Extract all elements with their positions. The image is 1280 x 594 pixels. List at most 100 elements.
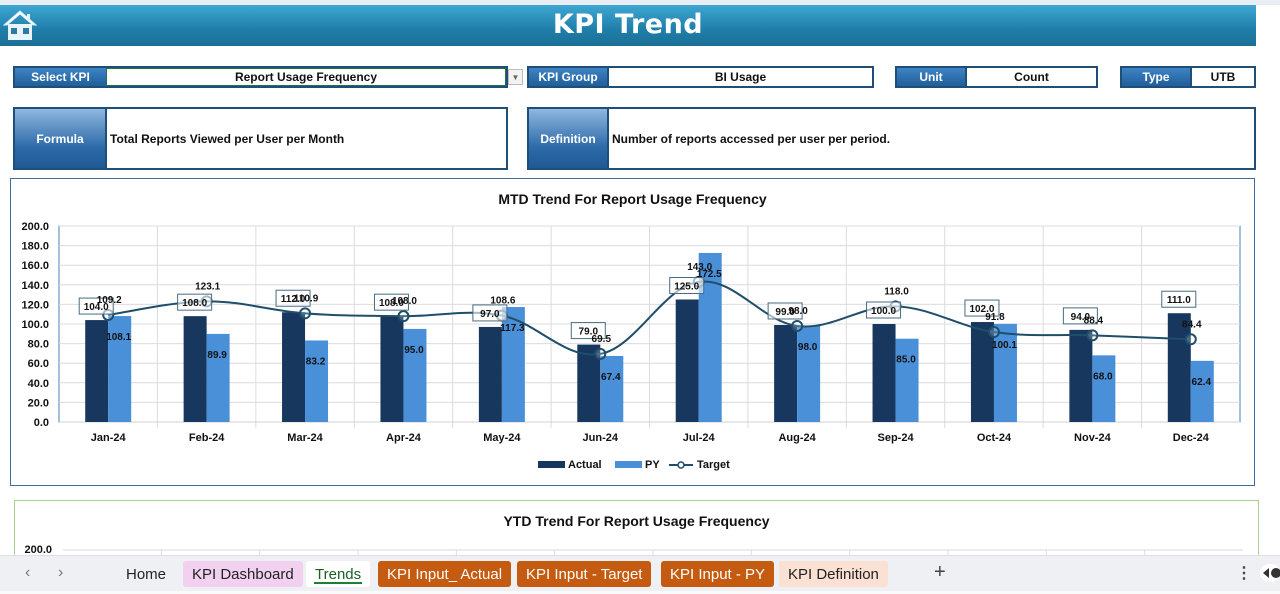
definition-box: Definition Number of reports accessed pe… — [527, 107, 1256, 170]
x-tick-label: Aug-24 — [778, 432, 816, 444]
sheet-tab-home[interactable]: Home — [117, 561, 175, 587]
bar-py — [1190, 360, 1214, 422]
legend-actual-swatch — [538, 461, 565, 468]
bar-actual — [282, 312, 306, 422]
x-tick-label: Nov-24 — [1074, 432, 1112, 444]
x-tick-label: Feb-24 — [189, 432, 225, 444]
unit-label: Unit — [897, 68, 965, 86]
bar-py — [600, 355, 624, 422]
py-data-label: 98.0 — [798, 342, 818, 353]
target-data-label: 88.4 — [1084, 315, 1104, 326]
y-tick-label: 140.0 — [21, 280, 49, 292]
kpi-group-field: KPI Group BI Usage — [527, 66, 874, 88]
bar-py — [895, 338, 919, 422]
target-data-label: 118.0 — [884, 286, 909, 297]
bar-actual — [970, 322, 994, 422]
actual-data-label: 108.0 — [182, 298, 207, 309]
formula-value: Total Reports Viewed per User per Month — [110, 131, 345, 146]
bar-actual — [380, 316, 404, 422]
actual-data-label: 100.0 — [871, 306, 896, 317]
select-kpi-value[interactable]: Report Usage Frequency — [106, 68, 506, 86]
y-tick-label: 60.0 — [28, 358, 49, 370]
definition-label: Definition — [529, 109, 609, 168]
mtd-trend-chart[interactable]: MTD Trend For Report Usage Frequency 0.0… — [10, 178, 1255, 486]
sheet-tab-kpi-input-actual[interactable]: KPI Input_ Actual — [378, 561, 512, 587]
sheet-tab-trends[interactable]: Trends — [306, 561, 371, 587]
target-marker — [1086, 329, 1099, 342]
definition-value: Number of reports accessed per user per … — [612, 131, 891, 146]
py-data-label: 62.4 — [1192, 377, 1212, 388]
page-title: KPI Trend — [552, 9, 704, 40]
x-tick-label: Dec-24 — [1173, 432, 1210, 444]
y-tick-label: 80.0 — [28, 339, 49, 351]
legend-py-label: PY — [645, 459, 660, 471]
sheet-tab-kpi-dashboard[interactable]: KPI Dashboard — [183, 561, 303, 587]
py-data-label: 100.1 — [992, 340, 1017, 351]
sheet-tab-kpi-input-py[interactable]: KPI Input - PY — [661, 561, 775, 587]
add-sheet-button[interactable]: + — [934, 561, 946, 584]
bar-actual — [774, 324, 798, 422]
kpi-group-label: KPI Group — [529, 68, 607, 86]
bar-py — [305, 340, 329, 422]
y-tick-label: 0.0 — [34, 417, 49, 429]
dropdown-arrow-icon[interactable]: ▼ — [508, 69, 523, 85]
scroll-left-icon[interactable] — [1260, 564, 1280, 582]
x-tick-label: Oct-24 — [977, 432, 1012, 444]
bar-py — [797, 325, 821, 422]
target-marker — [299, 307, 312, 320]
target-data-label: 84.4 — [1182, 319, 1202, 330]
bar-py — [993, 323, 1017, 422]
py-data-label: 89.9 — [207, 350, 227, 361]
legend-py-swatch — [615, 461, 642, 468]
unit-field: Unit Count — [895, 66, 1098, 88]
legend-actual-label: Actual — [568, 459, 602, 471]
select-kpi-field[interactable]: Select KPI Report Usage Frequency — [13, 66, 508, 88]
sheet-tab-kpi-input-target[interactable]: KPI Input - Target — [517, 561, 652, 587]
bar-actual — [478, 326, 502, 422]
x-tick-label: Apr-24 — [386, 432, 422, 444]
py-data-label: 68.0 — [1093, 371, 1113, 382]
type-label: Type — [1122, 68, 1190, 86]
actual-data-label: 97.0 — [480, 309, 500, 320]
legend-target-label: Target — [697, 459, 730, 471]
target-marker — [791, 319, 804, 332]
next-sheet-icon[interactable]: › — [58, 564, 63, 582]
legend-target-marker — [677, 461, 685, 469]
y-tick-label: 200.0 — [21, 221, 49, 233]
x-tick-label: Jul-24 — [683, 432, 716, 444]
mtd-chart-svg: 0.0 20.0 40.0 60.0 80.0 100.0 120.0 140.0 160.0 1… — [21, 221, 1241, 471]
more-options-icon[interactable]: ⋮ — [1236, 563, 1252, 583]
target-data-label: 91.8 — [985, 312, 1005, 323]
sheet-tab-bar: ‹ › Home KPI Dashboard Trends KPI Input_ Ac… — [0, 555, 1280, 591]
target-data-label: 110.9 — [294, 293, 319, 304]
x-tick-label: Jun-24 — [583, 432, 619, 444]
y-tick-label: 100.0 — [21, 319, 49, 331]
y-tick-label: 160.0 — [21, 260, 49, 272]
bar-py — [206, 333, 230, 422]
unit-value: Count — [965, 68, 1096, 86]
y-tick-label: 40.0 — [28, 378, 49, 390]
bar-actual — [85, 320, 109, 422]
py-data-label: 117.3 — [500, 323, 525, 334]
y-tick-label: 20.0 — [28, 397, 49, 409]
prev-sheet-icon[interactable]: ‹ — [25, 564, 30, 582]
target-data-label: 109.2 — [97, 295, 122, 306]
sheet-tab-kpi-definition[interactable]: KPI Definition — [779, 561, 888, 587]
x-tick-label: Mar-24 — [287, 432, 323, 444]
target-data-label: 143.0 — [687, 262, 712, 273]
target-data-label: 98.0 — [788, 306, 808, 317]
bar-actual — [1069, 329, 1093, 422]
target-data-label: 123.1 — [195, 281, 220, 292]
x-tick-label: Sep-24 — [878, 432, 915, 444]
target-data-label: 108.6 — [490, 296, 515, 307]
header-banner: KPI Trend — [0, 5, 1256, 46]
target-data-label: 108.0 — [392, 296, 417, 307]
target-marker — [987, 326, 1000, 339]
x-tick-label: May-24 — [483, 432, 521, 444]
actual-data-label: 111.0 — [1167, 295, 1191, 306]
py-data-label: 85.0 — [896, 355, 916, 366]
py-data-label: 67.4 — [601, 372, 621, 383]
formula-label: Formula — [15, 109, 107, 168]
target-marker — [594, 347, 607, 360]
kpi-group-value: BI Usage — [607, 68, 872, 86]
